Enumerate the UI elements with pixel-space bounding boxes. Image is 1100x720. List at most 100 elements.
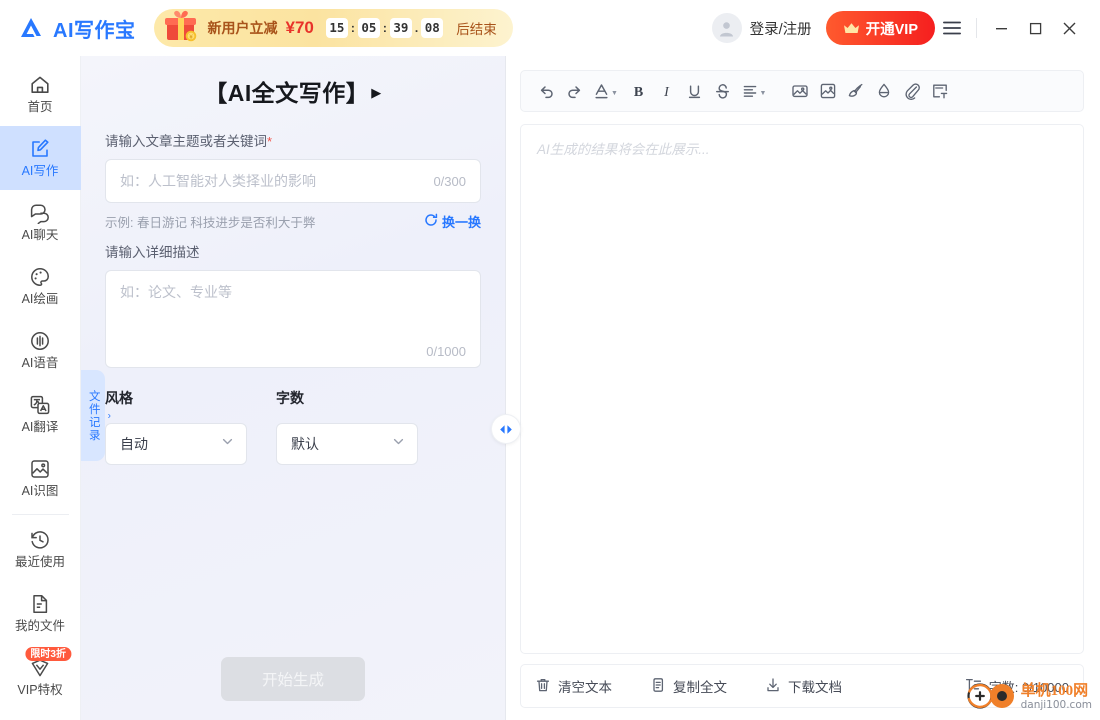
sidebar-item-label: AI翻译 — [21, 420, 59, 435]
detail-textarea[interactable]: 如：论文、专业等 0/1000 — [105, 270, 481, 368]
chevron-down-icon: ▼ — [611, 89, 618, 97]
copy-all-label: 复制全文 — [673, 680, 727, 695]
refresh-examples-button[interactable]: 换一换 — [424, 212, 481, 231]
promo-amount: ¥70 — [285, 18, 314, 37]
countdown-seconds: 39 — [389, 18, 412, 38]
style-select[interactable]: 自动 — [105, 423, 247, 465]
home-icon — [29, 74, 51, 96]
font-color-icon[interactable]: ▼ — [589, 78, 623, 104]
attachment-icon[interactable] — [899, 78, 925, 104]
titlebar-divider — [976, 18, 977, 38]
insert-text-icon[interactable] — [927, 78, 953, 104]
copy-icon — [650, 677, 666, 696]
download-doc-button[interactable]: 下载文档 — [765, 676, 842, 696]
word-count-display: 字数: 0/10000 — [965, 677, 1069, 696]
svg-text:B: B — [633, 85, 642, 100]
maximize-icon[interactable] — [1018, 11, 1052, 45]
sidebar-item-label: AI聊天 — [21, 228, 59, 243]
pane-splitter[interactable] — [491, 56, 520, 720]
refresh-label: 换一换 — [441, 215, 481, 230]
sidebar-item-my-files[interactable]: 我的文件 — [0, 581, 81, 645]
style-option: 风格 自动 — [105, 388, 247, 465]
sidebar-item-vip[interactable]: 限时3折 VIP特权 — [0, 645, 81, 709]
editor-footer: 清空文本 复制全文 下载文档 字数: 0/10000 — [520, 664, 1084, 708]
waveform-icon — [29, 330, 51, 352]
sidebar-item-ai-painting[interactable]: AI绘画 — [0, 254, 81, 318]
sidebar-item-ai-chat[interactable]: AI聊天 — [0, 190, 81, 254]
style-selected-value: 自动 — [120, 436, 148, 452]
sidebar-item-ai-voice[interactable]: AI语音 — [0, 318, 81, 382]
translate-icon — [29, 394, 51, 416]
clear-text-button[interactable]: 清空文本 — [535, 676, 612, 696]
clear-text-label: 清空文本 — [558, 680, 612, 695]
countdown-dot: . — [414, 21, 419, 35]
account-login-button[interactable]: 登录/注册 — [711, 13, 812, 43]
example-hint-row: 示例: 春日游记 科技进步是否利大于弊 换一换 — [105, 212, 481, 231]
sidebar-item-label: 最近使用 — [14, 555, 65, 570]
style-label: 风格 — [105, 390, 133, 406]
close-icon[interactable] — [1052, 11, 1086, 45]
download-doc-label: 下载文档 — [788, 680, 842, 695]
sidebar-item-ai-image-recognition[interactable]: AI识图 — [0, 446, 81, 510]
sidebar-item-home[interactable]: 首页 — [0, 62, 81, 126]
text-count-icon — [965, 677, 982, 696]
minimize-icon[interactable] — [984, 11, 1018, 45]
promo-end-label: 后结束 — [456, 22, 497, 37]
italic-icon[interactable]: I — [653, 78, 679, 104]
align-icon[interactable]: ▼ — [737, 78, 771, 104]
undo-icon[interactable] — [533, 78, 559, 104]
chevron-right-icon: › — [107, 410, 111, 421]
topic-label-text: 请输入文章主题或者关键词 — [105, 134, 267, 149]
sidebar-item-recent[interactable]: 最近使用 — [0, 517, 81, 581]
countdown-sep: : — [382, 21, 387, 35]
eraser-drop-icon[interactable] — [871, 78, 897, 104]
trash-icon — [535, 677, 551, 696]
gift-box-icon: ¥ — [162, 9, 200, 48]
wordcount-selected-value: 默认 — [291, 436, 319, 452]
result-text-area[interactable]: AI生成的结果将会在此展示... — [520, 124, 1084, 654]
sidebar-item-label: AI绘画 — [21, 292, 59, 307]
topic-input[interactable]: 如：人工智能对人类择业的影响 0/300 — [105, 159, 481, 203]
palette-icon — [29, 266, 51, 288]
sidebar-item-ai-translate[interactable]: AI翻译 — [0, 382, 81, 446]
options-row: 风格 自动 字数 默认 — [105, 388, 481, 465]
strikethrough-icon[interactable] — [709, 78, 735, 104]
underline-icon[interactable] — [681, 78, 707, 104]
wordcount-option: 字数 默认 — [276, 388, 418, 465]
sidebar-item-label: AI语音 — [21, 356, 59, 371]
sidebar-item-ai-writing[interactable]: AI写作 — [0, 126, 81, 190]
sidebar-item-label: 首页 — [27, 100, 53, 115]
insert-image-icon[interactable] — [787, 78, 813, 104]
detail-textarea-placeholder: 如：论文、专业等 — [120, 284, 232, 300]
vip-discount-badge: 限时3折 — [25, 647, 71, 661]
wordcount-label: 字数 — [276, 390, 304, 406]
promo-banner[interactable]: ¥ 新用户立减 ¥70 15 : 05 : 39 . 08 后结束 — [153, 9, 513, 48]
image-frame-icon[interactable] — [815, 78, 841, 104]
countdown-centis: 08 — [421, 18, 444, 38]
promo-text: 新用户立减 — [207, 20, 278, 36]
sidebar-item-label: AI写作 — [21, 164, 59, 179]
chat-bubble-icon — [29, 202, 51, 225]
file-records-tab[interactable]: 文件记录 › — [81, 370, 111, 461]
wordcount-select[interactable]: 默认 — [276, 423, 418, 465]
collapse-expand-handle-icon[interactable] — [491, 415, 520, 443]
file-records-label: 文件记录 — [87, 389, 100, 442]
start-generate-button[interactable]: 开始生成 — [221, 657, 365, 701]
sidebar-item-label: VIP特权 — [17, 683, 63, 698]
hamburger-menu-icon[interactable] — [935, 11, 969, 45]
app-window: AI写作宝 ¥ 新用户立减 ¥70 15 : 05: 39 . 08 后结束 … — [0, 0, 1100, 720]
crown-icon — [843, 22, 860, 35]
redo-icon[interactable] — [561, 78, 587, 104]
play-triangle-icon[interactable]: ▶ — [371, 85, 382, 101]
open-vip-button[interactable]: 开通VIP — [825, 11, 935, 45]
vip-label: 开通VIP — [865, 21, 918, 38]
example-hint: 示例: 春日游记 科技进步是否利大于弊 — [105, 216, 316, 230]
app-logo[interactable]: AI写作宝 — [18, 14, 136, 43]
copy-all-button[interactable]: 复制全文 — [650, 676, 727, 696]
bold-icon[interactable]: B — [625, 78, 651, 104]
writing-form-pane: 【AI全文写作】 ▶ 请输入文章主题或者关键词* 如：人工智能对人类择业的影响 … — [81, 56, 505, 720]
title-bar: AI写作宝 ¥ 新用户立减 ¥70 15 : 05: 39 . 08 后结束 … — [0, 0, 1100, 56]
svg-text:I: I — [663, 85, 670, 100]
brush-icon[interactable] — [843, 78, 869, 104]
sidebar-item-label: 我的文件 — [14, 619, 65, 634]
